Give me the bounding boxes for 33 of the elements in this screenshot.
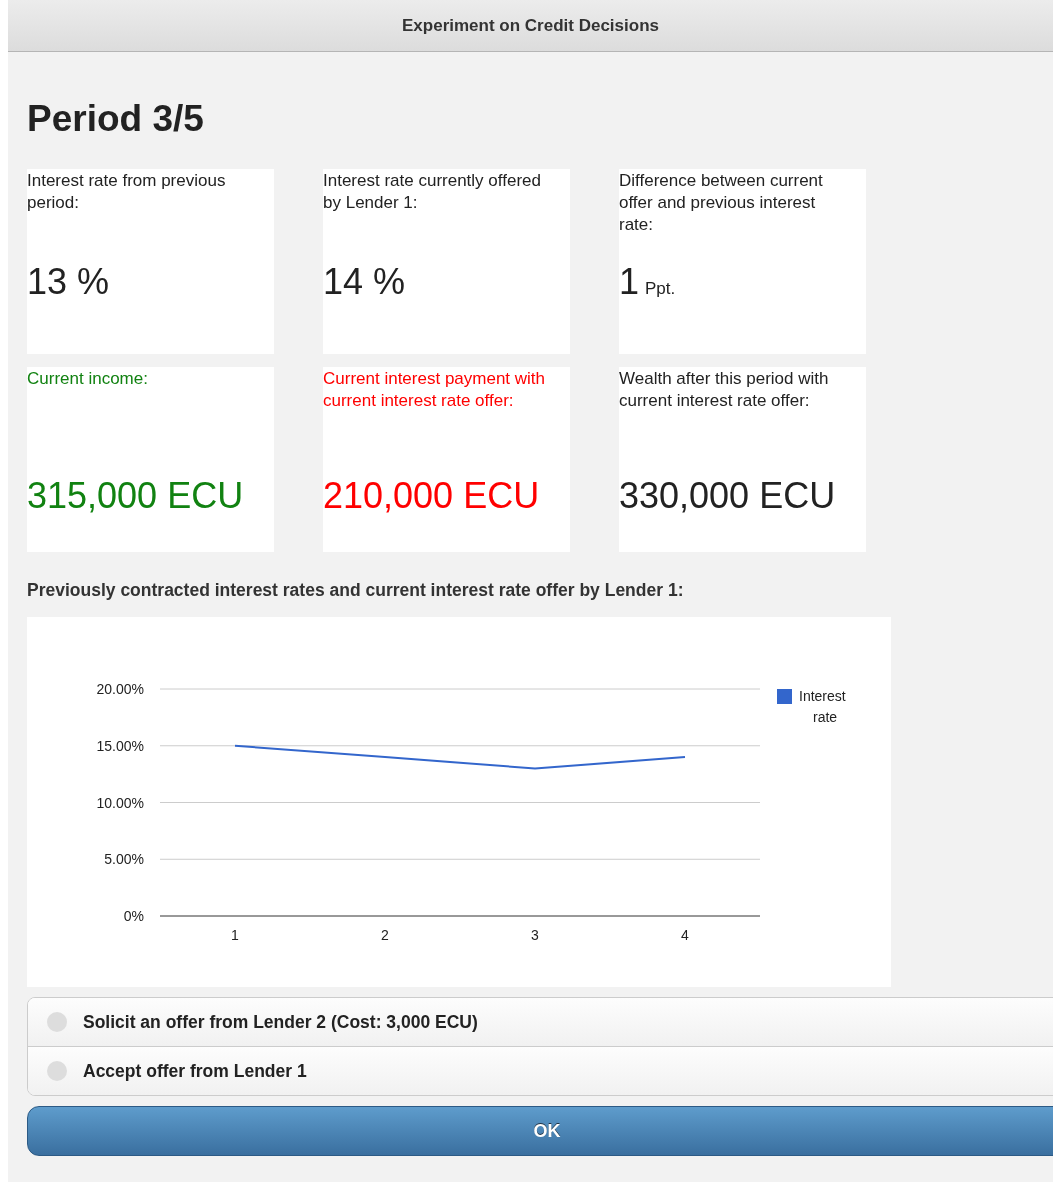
window-title: Experiment on Credit Decisions (402, 15, 659, 36)
card-label: Interest rate from previous period: (27, 170, 227, 214)
option-label: Accept offer from Lender 1 (83, 1060, 307, 1082)
y-tick-label: 20.00% (96, 681, 144, 697)
card-value: 315,000 ECU (27, 474, 244, 518)
option-label: Solicit an offer from Lender 2 (Cost: 3,000 ECU) (83, 1011, 478, 1033)
x-tick-label: 1 (231, 927, 239, 943)
x-tick-label: 4 (681, 927, 689, 943)
radio-button[interactable] (47, 1012, 67, 1032)
card-value: 1 (619, 260, 640, 304)
card-label: Current income: (27, 368, 149, 390)
y-tick-label: 5.00% (104, 851, 144, 868)
y-tick-label: 0% (123, 908, 144, 924)
card-label: Wealth after this period with current interest rate offer: (619, 368, 830, 412)
card-value: 14 % (323, 260, 406, 304)
card-value: 330,000 ECU (619, 474, 836, 518)
legend-label: Interest rate (799, 688, 846, 725)
card-label: Difference between current offer and previous interest rate: (619, 170, 824, 236)
card-unit: Ppt. (645, 279, 676, 299)
card-label: Interest rate currently offered by Lender 1: (323, 170, 542, 214)
chart-title: Previously contracted interest rates and current interest rate offer by Lender 1: (27, 580, 685, 601)
x-tick-label: 3 (531, 927, 539, 943)
period-heading: Period 3/5 (27, 97, 205, 141)
card-value: 210,000 ECU (323, 474, 540, 518)
y-tick-label: 15.00% (96, 737, 144, 754)
y-tick-label: 10.00% (96, 794, 144, 811)
radio-option[interactable]: Solicit an offer from Lender 2 (Cost: 3,000 ECU) (28, 998, 1053, 1046)
x-tick-label: 2 (381, 927, 389, 943)
radio-option[interactable]: Accept offer from Lender 1 (28, 1046, 1053, 1095)
ok-button[interactable]: OK (27, 1106, 1053, 1156)
radio-button[interactable] (47, 1061, 67, 1081)
card-value: 13 % (27, 260, 110, 304)
card-label: Current interest payment with current interest rate offer: (323, 368, 547, 412)
